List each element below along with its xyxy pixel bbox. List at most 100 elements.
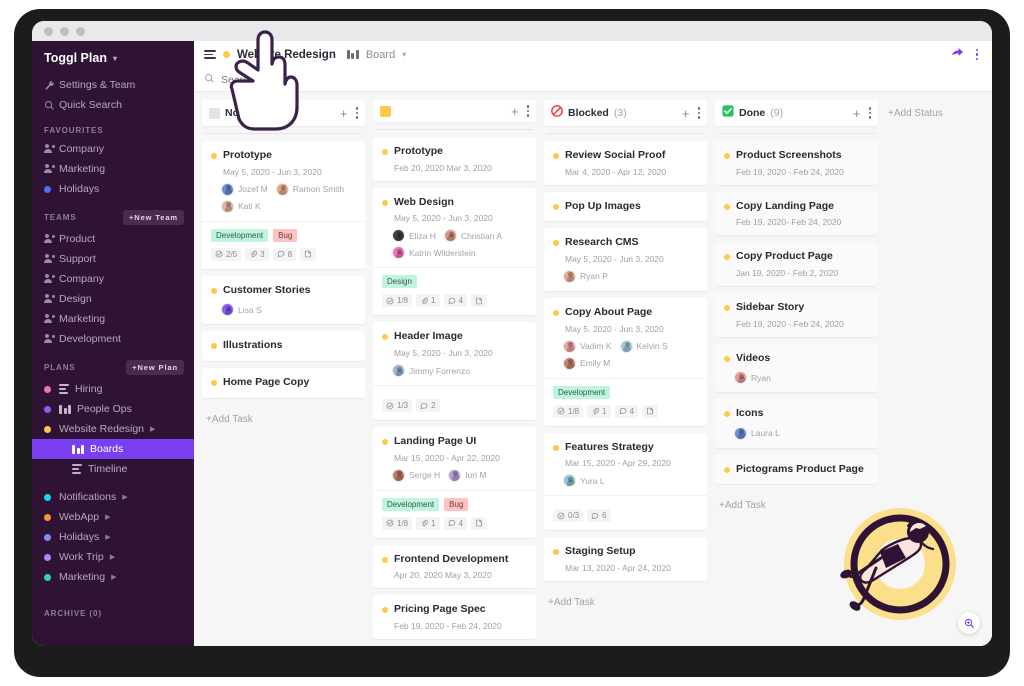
sidebar-item-people-ops[interactable]: People Ops (32, 399, 194, 419)
card-meta[interactable] (642, 404, 659, 418)
task-card[interactable]: Header Image May 5, 2020 - Jun 3, 2020 Jim… (373, 322, 536, 421)
card-meta[interactable] (300, 247, 317, 261)
search-input[interactable] (221, 73, 421, 86)
add-task-button[interactable]: +Add Task (715, 491, 878, 520)
card-meta[interactable]: 1 (587, 404, 611, 418)
sidebar-item-quick-search[interactable]: Quick Search (32, 95, 194, 115)
task-card[interactable]: Pop Up Images (544, 191, 707, 222)
sidebar-item-marketing-fav[interactable]: Marketing (32, 159, 194, 179)
task-card[interactable]: Prototype May 5, 2020 - Jun 3, 2020 Jozef … (202, 141, 365, 269)
assignee[interactable]: Lisa S (221, 303, 262, 317)
traffic-light-close[interactable] (44, 26, 53, 36)
task-card[interactable]: Web Design May 5, 2020 - Jun 3, 2020 Eliza… (373, 187, 536, 316)
column-more-icon[interactable] (697, 107, 700, 119)
new-team-button[interactable]: +New Team (122, 210, 184, 225)
card-meta[interactable]: 1/3 (382, 399, 413, 413)
sidebar-item-notifications[interactable]: Notifications ▶ (32, 487, 194, 507)
column-more-icon[interactable] (526, 105, 529, 117)
sidebar-item-marketing-plan[interactable]: Marketing ▶ (32, 567, 194, 587)
sidebar-item-product[interactable]: Product (32, 229, 194, 249)
task-card[interactable]: Frontend Development Apr 20, 2020 May 3, … (373, 544, 536, 589)
task-card[interactable]: Features Strategy Mar 15, 2020 - Apr 29, … (544, 432, 707, 531)
card-meta[interactable]: 0/3 (553, 509, 584, 523)
task-card[interactable]: Home Page Copy (202, 367, 365, 398)
card-meta[interactable]: 8 (272, 247, 297, 261)
sidebar-item-holidays-fav[interactable]: Holidays (32, 179, 194, 199)
card-meta[interactable] (471, 294, 488, 308)
sidebar-item-work-trip[interactable]: Work Trip ▶ (32, 547, 194, 567)
task-card[interactable]: Staging Setup Mar 13, 2020 - Apr 24, 2020 (544, 537, 707, 581)
task-card[interactable]: Copy About Page May 5, 2020 - Jun 3, 2020… (544, 297, 707, 426)
add-card-icon[interactable]: + (340, 107, 348, 120)
task-card[interactable]: Prototype Feb 20, 2020 Mar 3, 2020 (373, 137, 536, 181)
card-meta[interactable]: 4 (443, 516, 468, 530)
add-card-icon[interactable]: + (853, 107, 861, 120)
assignee[interactable]: Jozef M (221, 182, 268, 196)
assignee[interactable]: Kati K (221, 199, 261, 213)
assignee[interactable]: Christian A (443, 229, 502, 243)
traffic-light-minimize[interactable] (60, 26, 69, 36)
task-card[interactable]: Product Screenshots Feb 19, 2020 - Feb 24… (715, 141, 878, 185)
card-meta[interactable]: 4 (614, 404, 639, 418)
column-more-icon[interactable] (355, 107, 358, 119)
column-more-icon[interactable] (868, 107, 871, 119)
archive-label[interactable]: ARCHIVE (0) (44, 609, 102, 618)
sidebar-item-support[interactable]: Support (32, 249, 194, 269)
hamburger-icon[interactable] (204, 50, 216, 59)
sidebar-item-marketing[interactable]: Marketing (32, 309, 194, 329)
assignee[interactable]: Laura L (734, 426, 780, 440)
add-task-button[interactable]: +Add Task (544, 588, 707, 617)
task-card[interactable]: Review Social Proof Mar 4, 2020 - Apr 12,… (544, 141, 707, 185)
card-meta[interactable]: 1/8 (382, 516, 413, 530)
task-card[interactable]: Pictograms Product Page (715, 454, 878, 485)
task-card[interactable]: Illustrations (202, 331, 365, 361)
card-meta[interactable] (471, 516, 488, 530)
sidebar-item-company-fav[interactable]: Company (32, 139, 194, 159)
column-header[interactable]: No Status (1) + (202, 100, 365, 126)
task-card[interactable]: Videos Ryan (715, 343, 878, 393)
sidebar-item-boards[interactable]: Boards (32, 439, 194, 459)
task-card[interactable]: Landing Page UI Mar 15, 2020 - Apr 22, 20… (373, 427, 536, 538)
column-header[interactable]: Done (9) + (715, 100, 878, 126)
task-card[interactable]: Customer Stories Lisa S (202, 275, 365, 325)
more-options-icon[interactable] (975, 48, 978, 61)
assignee[interactable]: Iuri M (448, 468, 486, 482)
card-meta[interactable]: 4 (443, 294, 468, 308)
sidebar-item-settings-team[interactable]: Settings & Team (32, 75, 194, 95)
assignee[interactable]: Ramon Smith (275, 182, 344, 196)
share-icon[interactable] (951, 46, 964, 64)
card-meta[interactable]: 2 (416, 399, 440, 413)
traffic-light-maximize[interactable] (76, 26, 85, 36)
tag-bug[interactable]: Bug (273, 228, 298, 242)
assignee[interactable]: Jimmy Forrenzo (392, 364, 470, 378)
tag-dev[interactable]: Development (382, 497, 440, 511)
task-card[interactable]: Pricing Page Spec Feb 19, 2020 - Feb 24, … (373, 595, 536, 639)
assignee[interactable]: Serge H (392, 468, 440, 482)
sidebar-item-hiring[interactable]: Hiring (32, 379, 194, 399)
sidebar-item-website-redesign[interactable]: Website Redesign ▶ (32, 419, 194, 439)
card-meta[interactable]: 1 (416, 294, 440, 308)
assignee[interactable]: Vadim K (563, 339, 612, 353)
add-card-icon[interactable]: + (682, 107, 690, 120)
assignee[interactable]: Eliza H (392, 229, 436, 243)
tag-dev[interactable]: Development (553, 385, 611, 399)
sidebar-item-holidays[interactable]: Holidays ▶ (32, 527, 194, 547)
sidebar-item-development[interactable]: Development (32, 329, 194, 349)
sidebar-item-company[interactable]: Company (32, 269, 194, 289)
assignee[interactable]: Ryan P (563, 269, 608, 283)
task-card[interactable]: Copy Product Page Jan 19, 2020 - Feb 2, 2… (715, 242, 878, 286)
add-status-button[interactable]: +Add Status (886, 100, 945, 646)
zoom-in-button[interactable] (958, 612, 980, 634)
sidebar-item-timeline[interactable]: Timeline (32, 459, 194, 479)
sidebar-item-design[interactable]: Design (32, 289, 194, 309)
card-meta[interactable]: 3 (245, 247, 269, 261)
assignee[interactable]: Yura L (563, 474, 605, 488)
assignee[interactable]: Kelvin S (619, 339, 668, 353)
task-card[interactable]: Icons Laura L (715, 399, 878, 448)
column-header[interactable]: Blocked (3) + (544, 100, 707, 126)
card-meta[interactable]: 6 (587, 509, 611, 523)
view-switcher-label[interactable]: Board (366, 49, 395, 61)
brand-menu[interactable]: Toggl Plan ▾ (32, 48, 194, 75)
tag-dev[interactable]: Development (211, 228, 269, 242)
chevron-down-icon[interactable]: ▾ (402, 50, 406, 59)
